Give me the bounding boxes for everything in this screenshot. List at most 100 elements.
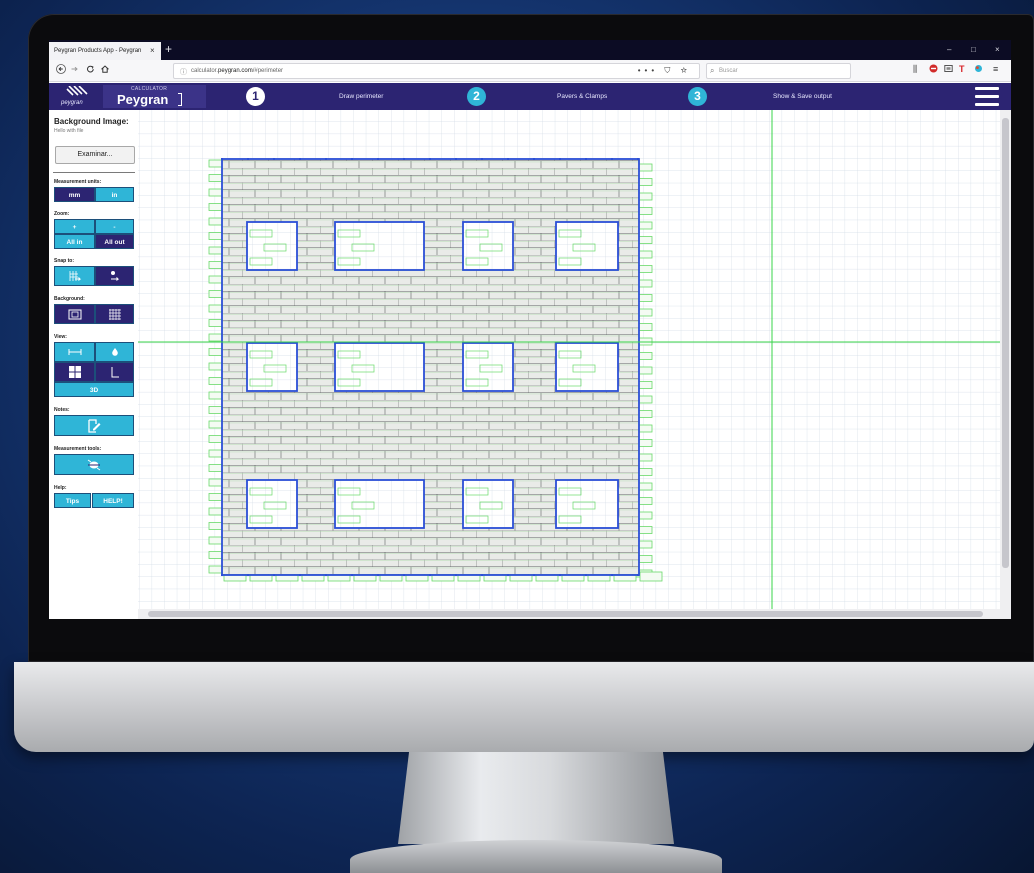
help-button[interactable]: HELP! xyxy=(92,493,134,508)
search-icon: ⌕ xyxy=(710,66,715,75)
url-bar[interactable]: ⓘ calculator.peygran.com/#perimeter ••• … xyxy=(173,63,700,79)
perimeter-vertex[interactable] xyxy=(559,574,561,576)
perimeter-vertex[interactable] xyxy=(299,158,301,160)
color-extension-icon[interactable] xyxy=(974,64,983,75)
perimeter-vertex[interactable] xyxy=(585,158,587,160)
vertical-scroll-thumb[interactable] xyxy=(1002,118,1009,568)
note-edit-icon xyxy=(88,419,101,433)
view-dimensions-button[interactable] xyxy=(54,342,95,362)
perimeter-vertex[interactable] xyxy=(221,158,223,160)
step-3-circle[interactable]: 3 xyxy=(688,87,707,106)
perimeter-vertex[interactable] xyxy=(455,574,457,576)
perimeter-vertex[interactable] xyxy=(585,574,587,576)
url-prefix: calculator. xyxy=(191,68,219,74)
step-3-label[interactable]: Show & Save output xyxy=(773,93,832,100)
page-actions-icons[interactable]: ••• ⛉ ☆ xyxy=(638,66,691,76)
perimeter-vertex[interactable] xyxy=(481,158,483,160)
horizontal-scrollbar[interactable] xyxy=(138,609,1000,619)
view-3d-button[interactable]: 3D xyxy=(54,382,134,397)
perimeter-vertex[interactable] xyxy=(325,158,327,160)
unit-mm-button[interactable]: mm xyxy=(54,187,95,202)
perimeter-vertex[interactable] xyxy=(637,574,639,576)
step-1-circle[interactable]: 1 xyxy=(246,87,265,106)
perimeter-vertex[interactable] xyxy=(429,574,431,576)
drawing-canvas[interactable] xyxy=(138,110,1000,609)
perimeter-vertex[interactable] xyxy=(403,574,405,576)
translate-extension-icon[interactable]: T xyxy=(959,64,965,74)
perimeter-vertex[interactable] xyxy=(377,158,379,160)
measurement-units-label: Measurement units: xyxy=(54,179,102,185)
background-grid-toggle-button[interactable] xyxy=(95,304,134,324)
perimeter-drawing-svg[interactable] xyxy=(138,110,1000,609)
adblock-icon[interactable] xyxy=(929,64,938,75)
view-angles-button[interactable] xyxy=(95,362,134,382)
logo-text: peygran xyxy=(61,100,83,106)
perimeter-vertex[interactable] xyxy=(273,574,275,576)
zoom-all-out-button[interactable]: All out xyxy=(95,234,134,249)
new-tab-button[interactable]: + xyxy=(165,42,172,56)
perimeter-vertex[interactable] xyxy=(611,158,613,160)
home-button[interactable] xyxy=(100,64,110,77)
browser-tab[interactable]: Peygran Products App - Peygran × xyxy=(49,42,161,60)
perimeter-vertex[interactable] xyxy=(533,574,535,576)
perimeter-vertex[interactable] xyxy=(351,158,353,160)
perimeter-vertex[interactable] xyxy=(273,158,275,160)
background-image-toggle-button[interactable] xyxy=(54,304,95,324)
screenshot-extension-icon[interactable] xyxy=(944,64,953,75)
zoom-in-button[interactable]: + xyxy=(54,219,95,234)
perimeter-vertex[interactable] xyxy=(637,158,639,160)
perimeter-vertex[interactable] xyxy=(507,574,509,576)
vertical-scrollbar[interactable] xyxy=(1000,110,1011,619)
window-maximize-button[interactable]: □ xyxy=(971,45,976,54)
perimeter-vertex[interactable] xyxy=(351,574,353,576)
perimeter-vertex[interactable] xyxy=(247,574,249,576)
arrow-right-icon xyxy=(71,66,78,72)
perimeter-vertex[interactable] xyxy=(299,574,301,576)
forward-button[interactable] xyxy=(70,64,79,77)
perimeter-vertex[interactable] xyxy=(559,158,561,160)
browse-file-button[interactable]: Examinar... xyxy=(55,146,135,164)
drop-icon xyxy=(111,348,118,356)
peygran-logo[interactable]: peygran xyxy=(59,86,97,108)
perimeter-vertex[interactable] xyxy=(403,158,405,160)
measure-tool-button[interactable] xyxy=(54,454,134,475)
tab-close-icon[interactable]: × xyxy=(150,46,155,55)
snap-to-point-button[interactable] xyxy=(95,266,134,286)
add-note-button[interactable] xyxy=(54,415,134,436)
perimeter-vertex[interactable] xyxy=(247,158,249,160)
horizontal-scroll-thumb[interactable] xyxy=(148,611,983,617)
view-tiles-button[interactable] xyxy=(54,362,95,382)
site-info-icon[interactable]: ⓘ xyxy=(180,67,187,77)
perimeter-vertex[interactable] xyxy=(325,574,327,576)
view-points-button[interactable] xyxy=(95,342,134,362)
url-domain: peygran.com xyxy=(218,68,253,74)
library-icon[interactable]: ⫼ xyxy=(913,64,917,75)
window-minimize-button[interactable]: – xyxy=(947,45,951,54)
perimeter-vertex[interactable] xyxy=(429,158,431,160)
unit-in-button[interactable]: in xyxy=(95,187,134,202)
perimeter-vertex[interactable] xyxy=(611,574,613,576)
zoom-out-button[interactable]: - xyxy=(95,219,134,234)
hamburger-menu-icon[interactable] xyxy=(975,87,999,106)
perimeter-vertex[interactable] xyxy=(455,158,457,160)
step-2-label[interactable]: Pavers & Clamps xyxy=(557,93,607,100)
perimeter-vertex[interactable] xyxy=(507,158,509,160)
zoom-all-in-button[interactable]: All in xyxy=(54,234,95,249)
perimeter-vertex[interactable] xyxy=(377,574,379,576)
perimeter-vertex[interactable] xyxy=(533,158,535,160)
background-image-hint: Hello with file xyxy=(54,128,84,134)
tips-button[interactable]: Tips xyxy=(54,493,91,508)
peygran-logo-mark-icon xyxy=(66,86,88,96)
perimeter-vertex[interactable] xyxy=(221,574,223,576)
monitor-stand-neck xyxy=(398,752,674,844)
snap-to-grid-button[interactable] xyxy=(54,266,95,286)
window-close-button[interactable]: × xyxy=(995,45,1000,54)
step-2-circle[interactable]: 2 xyxy=(467,87,486,106)
perimeter-vertex[interactable] xyxy=(481,574,483,576)
back-button[interactable] xyxy=(56,64,66,77)
search-input[interactable]: ⌕ Buscar xyxy=(706,63,851,79)
step-1-label[interactable]: Draw perimeter xyxy=(339,93,383,100)
browser-menu-icon[interactable]: ≡ xyxy=(993,64,998,74)
help-label: Help: xyxy=(54,485,67,491)
reload-button[interactable] xyxy=(86,64,95,77)
